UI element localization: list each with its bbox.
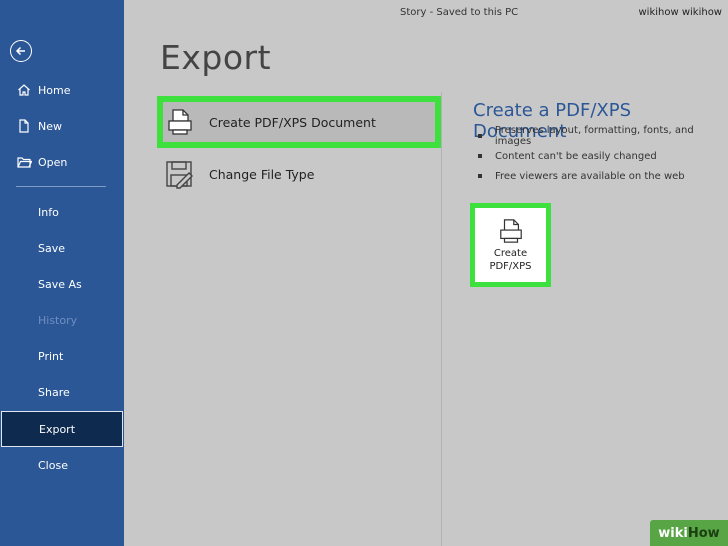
sidebar-item-close[interactable]: Close — [0, 447, 124, 483]
sidebar-item-new[interactable]: New — [0, 108, 124, 144]
sidebar-item-home[interactable]: Home — [0, 72, 124, 108]
open-folder-icon — [16, 154, 32, 170]
sidebar-item-export[interactable]: Export — [1, 411, 123, 447]
sidebar-item-save-as[interactable]: Save As — [0, 266, 124, 302]
sidebar-item-label: Export — [39, 422, 76, 436]
sidebar-item-open[interactable]: Open — [0, 144, 124, 180]
sidebar-item-label: Save — [38, 241, 66, 255]
option-label: Create PDF/XPS Document — [209, 114, 376, 130]
sidebar-item-info[interactable]: Info — [0, 194, 124, 230]
button-label: Create PDF/XPS — [489, 248, 532, 272]
sidebar-item-label: Save As — [38, 277, 82, 291]
pane-divider — [441, 92, 442, 546]
sidebar-item-label: Share — [38, 385, 70, 399]
sidebar-item-share[interactable]: Share — [0, 374, 124, 410]
bullet-icon — [478, 174, 482, 178]
sidebar-divider — [16, 186, 106, 187]
change-file-type-icon — [165, 159, 195, 189]
feature-list: Preserves layout, formatting, fonts, and… — [478, 125, 728, 186]
option-label: Change File Type — [209, 166, 315, 182]
back-arrow-icon — [15, 46, 25, 56]
bullet-icon — [478, 134, 482, 138]
list-item: Preserves layout, formatting, fonts, and… — [478, 125, 728, 147]
create-pdf-xps-option[interactable]: Create PDF/XPS Document — [157, 96, 441, 148]
sidebar-item-label: New — [38, 119, 62, 133]
sidebar-item-label: Close — [38, 458, 68, 472]
page-title: Export — [160, 38, 272, 77]
pdf-document-icon — [497, 217, 525, 245]
list-item: Content can't be easily changed — [478, 146, 728, 166]
home-icon — [16, 82, 32, 98]
sidebar-item-label: Info — [38, 205, 59, 219]
sidebar-item-print[interactable]: Print — [0, 338, 124, 374]
bullet-icon — [478, 154, 482, 158]
new-document-icon — [16, 118, 32, 134]
window-title: Story - Saved to this PC — [400, 7, 519, 18]
create-pdf-xps-button[interactable]: Create PDF/XPS — [470, 203, 551, 287]
sidebar-item-label: History — [38, 313, 78, 327]
user-name[interactable]: wikihow wikihow — [638, 7, 722, 18]
list-item: Free viewers are available on the web — [478, 166, 728, 186]
sidebar-item-label: Print — [38, 349, 64, 363]
sidebar-item-label: Home — [38, 83, 71, 97]
sidebar-item-history: History — [0, 302, 124, 338]
back-button[interactable] — [10, 40, 32, 62]
sidebar-item-label: Open — [38, 155, 68, 169]
backstage-sidebar: Home New Open Info Save Save As History … — [0, 0, 124, 546]
wikihow-logo: wiki How — [650, 520, 728, 546]
change-file-type-option[interactable]: Change File Type — [157, 148, 441, 200]
sidebar-item-save[interactable]: Save — [0, 230, 124, 266]
pdf-document-icon — [165, 107, 195, 137]
